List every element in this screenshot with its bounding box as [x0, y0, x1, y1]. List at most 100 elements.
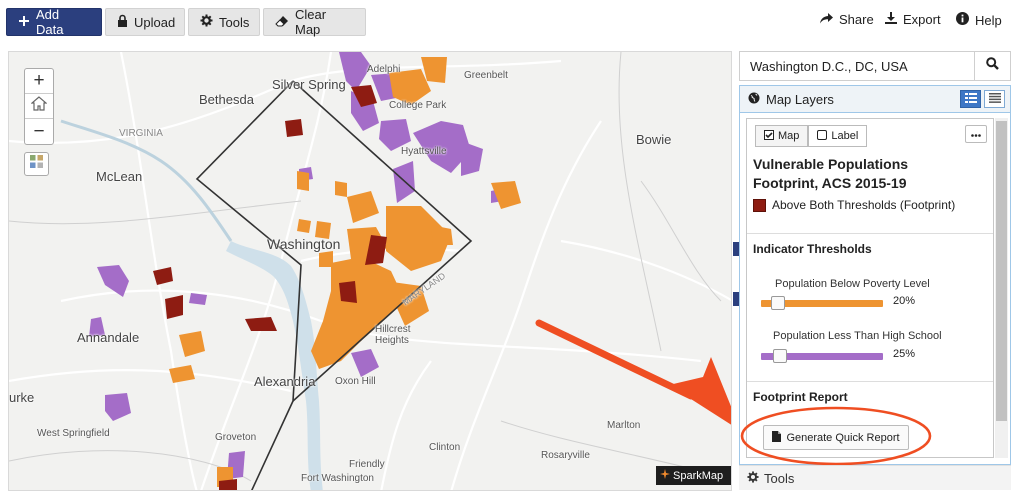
app-root: Add Data Upload Tools Clear Map Share Ex…: [0, 0, 1024, 498]
download-icon: [885, 12, 897, 27]
thresholds-heading: Indicator Thresholds: [753, 242, 872, 256]
label-adelphi: Adelphi: [367, 64, 401, 75]
basemap-button[interactable]: [24, 152, 49, 176]
layer-options-button[interactable]: [965, 125, 987, 143]
clear-map-button[interactable]: Clear Map: [263, 7, 366, 37]
divider: [747, 233, 993, 234]
label-silver-spring: Silver Spring: [272, 77, 346, 92]
label-annandale: Annandale: [77, 330, 140, 345]
label-west-springfield: West Springfield: [37, 428, 110, 439]
share-label: Share: [839, 12, 874, 27]
map-layers-panel: Map Layers Map Label Vulnerable Populati…: [739, 85, 1011, 465]
label-toggle[interactable]: Label: [808, 125, 868, 147]
detail-list-icon: [988, 90, 1001, 108]
label-greenbelt: Greenbelt: [464, 70, 508, 81]
sparkmap-logo: SparkMap: [656, 466, 731, 485]
label-burke: urke: [9, 390, 35, 405]
layer-title-line1: Vulnerable Populations: [753, 156, 909, 172]
generate-quick-report-label: Generate Quick Report: [786, 431, 900, 444]
detail-view-button[interactable]: [984, 90, 1005, 108]
globe-icon: [748, 92, 760, 107]
layer-title-line2: Footprint, ACS 2015-19: [753, 175, 907, 191]
legend-swatch: [753, 198, 766, 212]
grid-icon: [30, 155, 43, 173]
list-icon: [964, 90, 977, 108]
checkbox-checked-icon: [764, 129, 774, 143]
map-toggle[interactable]: Map: [755, 125, 809, 147]
location-search: [739, 51, 1011, 81]
spark-icon: [660, 469, 670, 482]
education-slider-value: 25%: [893, 348, 916, 360]
export-label: Export: [903, 12, 941, 27]
tools-bar[interactable]: Tools: [739, 465, 1011, 490]
label-toggle-label: Label: [831, 130, 859, 142]
poverty-slider-label: Population Below Poverty Level: [775, 278, 930, 290]
education-slider-label: Population Less Than High School: [773, 330, 942, 342]
info-icon: [956, 12, 969, 28]
home-button[interactable]: [25, 94, 53, 119]
more-icon: [971, 128, 981, 140]
generate-quick-report-button[interactable]: Generate Quick Report: [763, 425, 909, 450]
tools-button[interactable]: Tools: [188, 8, 260, 36]
label-virginia: VIRGINIA: [119, 128, 163, 139]
tools-label: Tools: [219, 14, 250, 30]
share-icon: [820, 12, 833, 27]
layers-title: Map Layers: [766, 91, 834, 107]
layer-toggle-group: Map Label: [755, 125, 868, 147]
scrollbar-thumb[interactable]: [996, 121, 1007, 421]
poverty-slider-handle[interactable]: [771, 296, 785, 310]
share-link[interactable]: Share: [820, 12, 874, 27]
label-bethesda: Bethesda: [199, 92, 254, 107]
eraser-icon: [275, 15, 289, 30]
label-rosaryville: Rosaryville: [541, 450, 590, 461]
layers-scrollbar[interactable]: [995, 118, 1008, 458]
help-label: Help: [975, 12, 1002, 28]
home-icon: [30, 95, 48, 117]
zoom-out-button[interactable]: −: [25, 119, 53, 144]
search-icon: [986, 57, 999, 75]
legend-item: Above Both Thresholds (Footprint): [753, 198, 955, 212]
footprint-report-heading: Footprint Report: [753, 390, 848, 404]
label-bowie: Bowie: [636, 132, 672, 147]
label-college-park: College Park: [389, 100, 447, 111]
logo-text: SparkMap: [673, 469, 724, 482]
education-slider-handle[interactable]: [773, 349, 787, 363]
top-toolbar: Add Data Upload Tools Clear Map Share Ex…: [0, 0, 1024, 44]
label-washington: Washington: [267, 236, 341, 252]
layer-card: Map Label Vulnerable Populations Footpri…: [746, 118, 994, 458]
search-input[interactable]: [740, 52, 976, 80]
label-mclean: McLean: [96, 169, 143, 184]
divider: [747, 381, 993, 382]
label-hillcrest-heights: Hillcrest Heights: [375, 324, 411, 346]
label-groveton: Groveton: [215, 432, 257, 443]
upload-button[interactable]: Upload: [105, 8, 185, 36]
label-hyattsville: Hyattsville: [401, 146, 447, 157]
export-link[interactable]: Export: [885, 12, 941, 27]
label-clinton: Clinton: [429, 442, 461, 453]
label-marlton: Marlton: [607, 420, 641, 431]
document-icon: [772, 430, 782, 445]
add-data-button[interactable]: Add Data: [6, 7, 102, 37]
clear-map-label: Clear Map: [295, 7, 327, 37]
layer-title: Vulnerable Populations Footprint, ACS 20…: [753, 155, 953, 193]
poverty-slider-value: 20%: [893, 295, 916, 307]
label-oxon-hill: Oxon Hill: [335, 376, 376, 387]
search-button[interactable]: [974, 52, 1010, 80]
legend-label: Above Both Thresholds (Footprint): [772, 198, 956, 212]
map-toggle-label: Map: [778, 130, 800, 142]
add-data-label: Add Data: [36, 7, 64, 37]
list-view-button[interactable]: [960, 90, 981, 108]
label-fort-washington: Fort Washington: [301, 473, 374, 484]
label-alexandria: Alexandria: [254, 374, 316, 389]
tools-bar-label: Tools: [764, 470, 795, 486]
map-view[interactable]: Silver Spring Adelphi Greenbelt College …: [8, 51, 732, 491]
upload-label: Upload: [134, 14, 176, 30]
gear-icon: [200, 14, 213, 30]
lock-icon: [117, 14, 128, 30]
zoom-in-button[interactable]: +: [25, 69, 53, 94]
label-friendly: Friendly: [349, 459, 385, 470]
gear-icon: [747, 470, 759, 486]
checkbox-empty-icon: [817, 129, 828, 143]
help-link[interactable]: Help: [956, 12, 1002, 28]
plus-icon: [18, 15, 30, 30]
